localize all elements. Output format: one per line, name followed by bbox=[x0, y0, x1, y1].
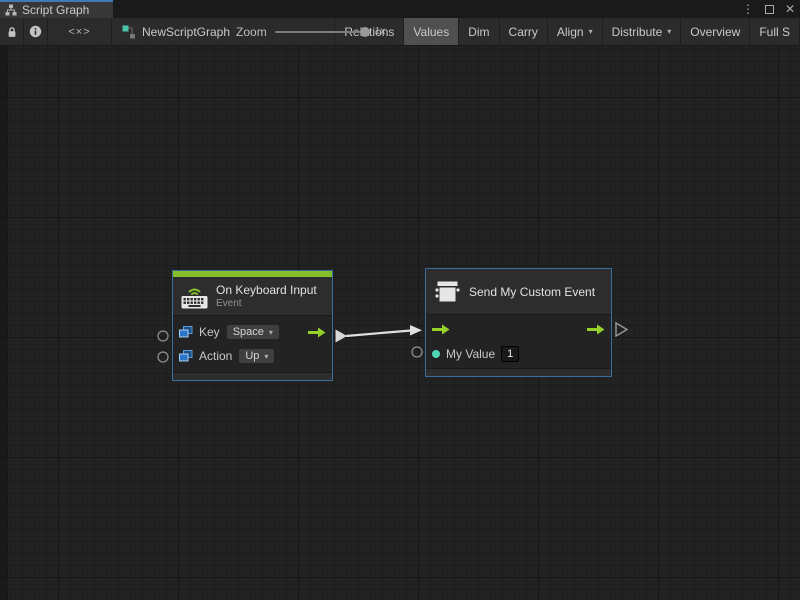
tab-script-graph[interactable]: Script Graph bbox=[0, 0, 113, 18]
node-header: Send My Custom Event bbox=[426, 269, 611, 315]
port-label-action: Action bbox=[199, 349, 232, 363]
node-on-keyboard-input[interactable]: On Keyboard Input Event Key Space ▾ bbox=[172, 270, 333, 381]
flow-output-arrow-icon[interactable] bbox=[308, 327, 326, 338]
port-row-my-value: My Value 1 bbox=[432, 344, 605, 364]
window-menu-icon[interactable]: ⋮ bbox=[742, 3, 754, 15]
zoom-slider[interactable] bbox=[275, 31, 367, 33]
chevron-down-icon: ▾ bbox=[264, 352, 268, 361]
tab-title: Script Graph bbox=[22, 3, 89, 17]
values-label: Values bbox=[413, 25, 449, 39]
node-body: My Value 1 bbox=[426, 315, 611, 368]
chevron-down-icon: ▾ bbox=[667, 27, 671, 36]
tab-bar: Script Graph ⋮ ✕ bbox=[0, 0, 800, 18]
port-row-action: Action Up ▾ bbox=[179, 346, 326, 366]
graph-asset-icon bbox=[122, 25, 136, 39]
node-footer bbox=[426, 368, 611, 376]
graph-breadcrumb-segment: NewScriptGraph Zoom 1x bbox=[112, 18, 335, 45]
dim-button[interactable]: Dim bbox=[459, 18, 499, 45]
chevron-down-icon: ▾ bbox=[269, 328, 273, 337]
node-body: Key Space ▾ bbox=[173, 316, 332, 372]
dim-label: Dim bbox=[468, 25, 489, 39]
node-footer bbox=[173, 372, 332, 380]
code-preview-button[interactable]: <×> bbox=[48, 18, 112, 45]
align-dropdown-button[interactable]: Align ▾ bbox=[548, 18, 603, 45]
info-icon bbox=[29, 25, 42, 38]
zoom-control: Zoom 1x bbox=[236, 25, 385, 39]
action-dropdown[interactable]: Up ▾ bbox=[238, 348, 275, 364]
script-graph-window: Script Graph ⋮ ✕ bbox=[0, 0, 800, 600]
values-button[interactable]: Values bbox=[404, 18, 459, 45]
graph-name-breadcrumb[interactable]: NewScriptGraph bbox=[142, 25, 230, 39]
hierarchy-graph-icon bbox=[5, 4, 17, 16]
chevron-down-icon: ▾ bbox=[589, 27, 593, 36]
port-label-my-value: My Value bbox=[446, 347, 495, 361]
my-value-input[interactable]: 1 bbox=[501, 346, 519, 362]
distribute-dropdown-button[interactable]: Distribute ▾ bbox=[603, 18, 682, 45]
align-label: Align bbox=[557, 25, 584, 39]
graph-toolbar: <×> NewScriptGraph Zoom 1x Relations Val… bbox=[0, 18, 800, 46]
window-controls: ⋮ ✕ bbox=[742, 0, 795, 18]
fullscreen-button[interactable]: Full S bbox=[750, 18, 800, 45]
node-send-my-custom-event[interactable]: Send My Custom Event bbox=[425, 268, 612, 377]
port-row-key: Key Space ▾ bbox=[179, 322, 326, 342]
flow-input-arrow-icon[interactable] bbox=[432, 324, 450, 335]
enum-icon bbox=[179, 326, 193, 338]
key-dropdown-value: Space bbox=[233, 326, 264, 338]
action-dropdown-value: Up bbox=[245, 350, 259, 362]
info-button[interactable] bbox=[24, 18, 48, 45]
node-title: Send My Custom Event bbox=[469, 285, 595, 299]
close-icon[interactable]: ✕ bbox=[785, 3, 795, 15]
value-port-dot-icon[interactable] bbox=[432, 350, 440, 358]
overview-button[interactable]: Overview bbox=[681, 18, 750, 45]
overview-label: Overview bbox=[690, 25, 740, 39]
enum-icon bbox=[179, 350, 193, 362]
distribute-label: Distribute bbox=[612, 25, 663, 39]
flow-row bbox=[432, 320, 605, 340]
zoom-label: Zoom bbox=[236, 25, 267, 39]
maximize-icon[interactable] bbox=[765, 5, 774, 14]
carry-label: Carry bbox=[509, 25, 538, 39]
node-subtitle: Event bbox=[216, 298, 317, 309]
code-icon: <×> bbox=[68, 26, 90, 38]
unit-machine-icon bbox=[434, 278, 461, 305]
keyboard-icon bbox=[181, 284, 208, 309]
carry-button[interactable]: Carry bbox=[500, 18, 548, 45]
port-label-key: Key bbox=[199, 325, 220, 339]
node-title: On Keyboard Input bbox=[216, 283, 317, 297]
lock-icon bbox=[6, 26, 18, 38]
canvas-edge-shadow bbox=[0, 46, 8, 600]
zoom-slider-handle[interactable] bbox=[360, 27, 370, 37]
lock-button[interactable] bbox=[0, 18, 24, 45]
fullscreen-label: Full S bbox=[759, 25, 790, 39]
key-dropdown[interactable]: Space ▾ bbox=[226, 324, 280, 340]
node-header: On Keyboard Input Event bbox=[173, 277, 332, 316]
flow-output-arrow-icon[interactable] bbox=[587, 324, 605, 335]
graph-canvas[interactable] bbox=[0, 46, 800, 600]
